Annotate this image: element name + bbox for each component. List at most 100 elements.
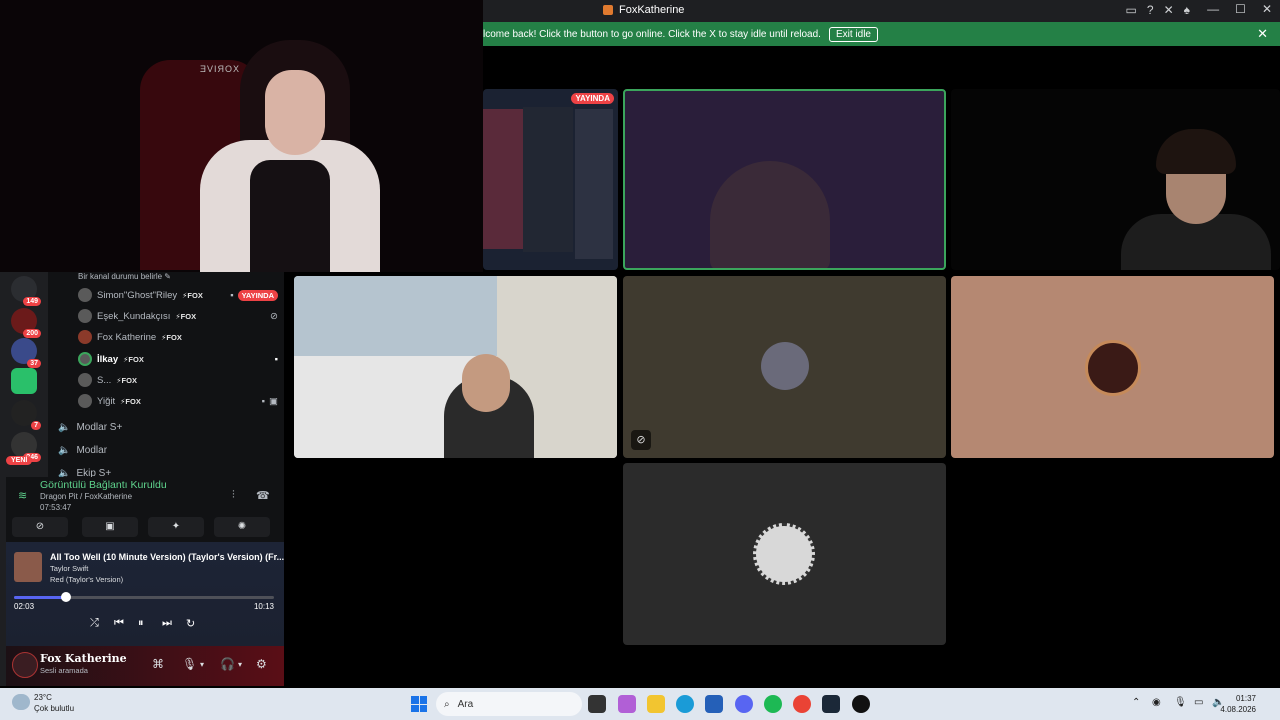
voice-channel-modlar-s-plus[interactable]: 🔈 Modlar S+ [58,422,122,433]
face [265,70,325,155]
progress-bar[interactable] [14,592,274,602]
member-item[interactable]: Eşek_Kundakçısı ⚡FOX ⊘ [78,307,278,325]
taskbar-search[interactable]: ⌕ Ara [436,692,582,716]
connection-icon: ≋ [18,490,28,502]
video-tile-speaking[interactable] [623,89,946,270]
server-icon[interactable]: 37 [11,338,41,368]
avatar-tile-muted[interactable]: ⊘ [623,276,946,458]
video-tile-participant[interactable] [951,89,1280,270]
progress-knob[interactable] [61,592,71,602]
member-tag: ⚡FOX [116,375,137,385]
noise-suppression-icon[interactable]: ⫶ [232,489,235,502]
song-artist[interactable]: Taylor Swift [50,564,88,573]
user-avatar [761,342,809,390]
help-icon[interactable]: ? [1147,3,1154,17]
activities-button[interactable]: ✦ [148,517,204,537]
member-item[interactable]: Fox Katherine ⚡FOX [78,328,278,346]
weather-condition[interactable]: Çok bulutlu [34,704,74,713]
store-icon[interactable] [705,695,723,713]
chrome-icon[interactable] [793,695,811,713]
minimize-icon[interactable]: — [1207,2,1219,16]
screen-share-tile[interactable]: YAYINDA [483,89,618,270]
edge-icon[interactable] [676,695,694,713]
song-album[interactable]: Red (Taylor's Version) [50,575,123,584]
voice-status[interactable]: Görüntülü Bağlantı Kuruldu [40,479,167,491]
app-icon[interactable] [852,695,870,713]
server-icon-selected[interactable] [11,368,37,394]
avatar [78,352,92,366]
network-icon[interactable]: ▭ [1194,697,1203,708]
avatar-tile[interactable] [623,463,946,645]
camera-icon: ▪ [274,353,278,365]
unread-badge: 37 [27,359,41,368]
weather-icon[interactable] [12,694,30,710]
voice-location[interactable]: Dragon Pit / FoxKatherine [40,492,132,501]
video-tile-participant-room[interactable] [294,276,617,458]
notice-close-icon[interactable]: ✕ [1257,26,1268,42]
voice-channel-ekip-s-plus[interactable]: 🔈 Ekip S+ [58,468,111,477]
previous-icon[interactable]: ⏮ [114,617,124,630]
next-icon[interactable]: ⏭ [162,617,172,630]
shuffle-icon[interactable]: ⤮ [90,617,99,630]
microphone-icon[interactable]: 🎙 [1174,697,1187,708]
channel-status-prompt[interactable]: Bir kanal durumu belirle ✎ [78,272,171,281]
member-item[interactable]: S... ⚡FOX [78,371,278,389]
chevron-up-icon[interactable]: ⌃ [1132,697,1140,708]
close-icon[interactable]: ✕ [1262,2,1272,16]
tools-icon[interactable]: ✕ [1164,3,1174,17]
pause-icon[interactable]: ⏸ [138,617,144,630]
clock[interactable]: 01:37 4.08.2026 [1220,693,1256,715]
song-title[interactable]: All Too Well (10 Minute Version) (Taylor… [50,552,284,562]
bug-icon[interactable]: ♠ [1184,3,1190,17]
headphones-icon[interactable]: 🎧 [220,657,235,671]
repeat-icon[interactable]: ↻ [186,617,195,630]
member-tag: ⚡FOX [182,290,203,300]
username[interactable]: Fox Katherine [40,652,127,665]
file-explorer-icon[interactable] [647,695,665,713]
avatar [78,288,92,302]
user-panel: Fox Katherine Sesli aramada ⌘ 🎙 ▾ 🎧 ▾ ⚙ [6,646,284,686]
voice-connection-panel: ≋ Görüntülü Bağlantı Kuruldu Dragon Pit … [6,477,284,542]
chevron-down-icon[interactable]: ▾ [200,660,204,669]
member-item[interactable]: Simon"Ghost"Riley ⚡FOX ▪ YAYINDA [78,286,278,304]
chevron-down-icon[interactable]: ▾ [238,660,242,669]
microphone-icon[interactable]: 🎙 [182,657,197,671]
user-avatar [753,523,815,585]
fox-icon [603,5,613,15]
muted-icon: ⊘ [270,310,278,322]
avatar-tile[interactable] [951,276,1274,458]
screen-share-button[interactable]: ▣ [82,517,138,537]
copilot-icon[interactable] [618,695,636,713]
camera-off-button[interactable]: ⊘ [12,517,68,537]
member-item[interactable]: Yiğit ⚡FOX ▪ ▣ [78,392,278,410]
server-icon[interactable]: 346 [11,432,41,462]
task-view-icon[interactable] [588,695,606,713]
voice-channel-modlar[interactable]: 🔈 Modlar [58,445,107,456]
avatar[interactable] [12,652,38,678]
soundboard-button[interactable]: ✺ [214,517,270,537]
security-icon[interactable]: ◉ [1152,697,1161,708]
speaker-icon: 🔈 [58,445,71,456]
steam-icon[interactable] [822,695,840,713]
spotify-icon[interactable] [764,695,782,713]
unread-badge: 200 [23,329,41,338]
server-icon[interactable]: 200 [11,308,41,338]
discord-icon[interactable] [735,695,753,713]
member-tag: ⚡FOX [123,354,144,364]
server-icon[interactable]: 149 [11,276,41,306]
weather-temperature[interactable]: 23°C [34,693,52,702]
member-item[interactable]: İlkay ⚡FOX ▪ [78,350,278,368]
new-badge[interactable]: YENİ [6,456,33,465]
chat-panel [523,107,573,252]
album-art [14,552,42,582]
settings-icon[interactable]: ⚙ [256,657,267,671]
user-avatar [1085,340,1141,396]
maximize-icon[interactable]: ☐ [1235,2,1246,16]
inbox-icon[interactable]: ▭ [1126,3,1137,17]
gamepad-icon[interactable]: ⌘ [152,657,164,671]
start-icon[interactable] [411,696,427,712]
disconnect-icon[interactable]: ☎ [256,489,270,502]
server-icon[interactable]: 7 [11,400,41,430]
voice-channel-name: Ekip S+ [76,468,112,477]
exit-idle-button[interactable]: Exit idle [828,26,878,42]
